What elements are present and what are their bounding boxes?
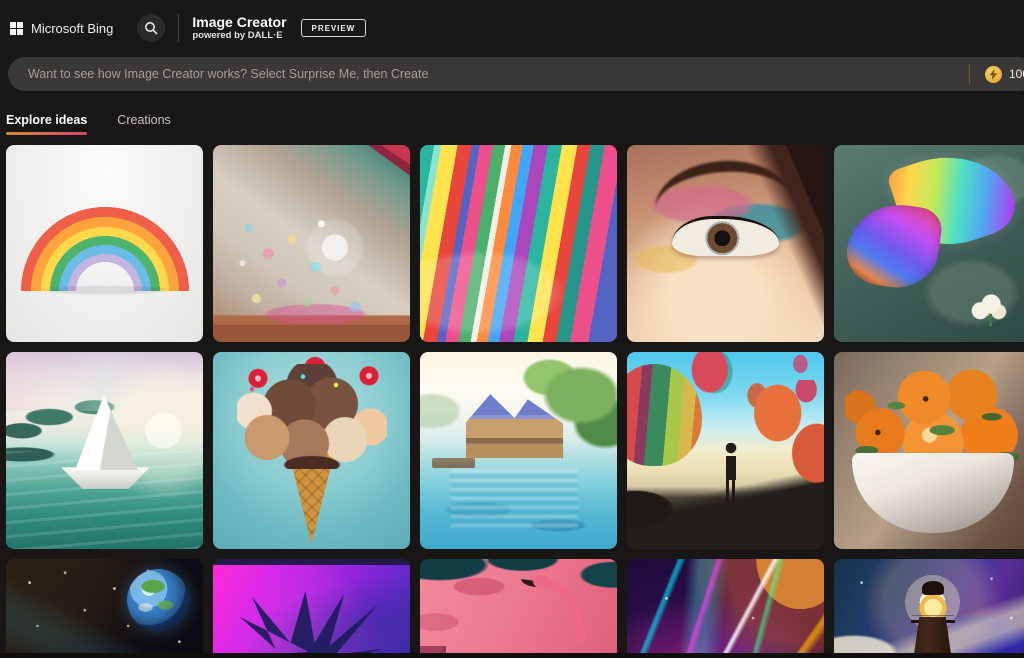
tab-bar: Explore ideas Creations bbox=[6, 113, 1024, 135]
flamingo-art-artwork bbox=[533, 574, 586, 643]
microsoft-logo-icon[interactable] bbox=[10, 21, 23, 35]
search-button[interactable] bbox=[137, 14, 166, 42]
window-bottom-edge bbox=[0, 653, 1024, 658]
paper-boat-artwork bbox=[6, 450, 203, 549]
header-divider bbox=[178, 14, 180, 42]
hot-air-balloons-artwork bbox=[751, 379, 824, 498]
logo-square bbox=[17, 21, 23, 28]
oranges-bowl-artwork bbox=[840, 372, 1024, 484]
search-icon bbox=[145, 22, 158, 35]
logo-square bbox=[10, 21, 16, 28]
prompt-bar: 100 bbox=[8, 57, 1024, 91]
gallery-image-eye-makeup[interactable] bbox=[627, 145, 824, 342]
gallery-image-flamingo-art[interactable] bbox=[420, 559, 617, 658]
app-subtitle: powered by DALL·E bbox=[192, 29, 283, 41]
gallery-image-paper-boat[interactable] bbox=[6, 352, 203, 549]
gallery-image-lighthouse-night[interactable] bbox=[834, 559, 1024, 658]
tab-creations[interactable]: Creations bbox=[117, 113, 171, 135]
brand-label[interactable]: Microsoft Bing bbox=[31, 21, 113, 36]
app-title-block: Image Creator powered by DALL·E bbox=[192, 14, 286, 41]
gallery-image-rainbow-butterfly[interactable] bbox=[834, 145, 1024, 342]
boosts-badge[interactable]: 100 bbox=[969, 64, 1024, 84]
gallery-image-hot-air-balloons[interactable] bbox=[627, 352, 824, 549]
ice-cream-cone-artwork bbox=[236, 354, 387, 396]
prompt-input[interactable] bbox=[8, 57, 1024, 91]
gallery-image-astronaut-space[interactable] bbox=[6, 559, 203, 658]
rainbow-butterfly-artwork bbox=[967, 292, 1012, 327]
preview-badge: PREVIEW bbox=[300, 19, 367, 37]
gallery-image-vaporwave-palm[interactable] bbox=[213, 559, 410, 658]
gallery-image-glitter-pencil[interactable] bbox=[213, 145, 410, 342]
gallery-image-oranges-bowl[interactable] bbox=[834, 352, 1024, 549]
app-title: Image Creator bbox=[192, 14, 287, 31]
gallery-image-rainbow-ribbons[interactable] bbox=[420, 145, 617, 342]
boost-count: 100 bbox=[1009, 67, 1024, 81]
logo-square bbox=[10, 28, 16, 35]
image-grid bbox=[6, 145, 1024, 658]
gallery-image-watercolor-house[interactable] bbox=[420, 352, 617, 549]
top-header: Microsoft Bing Image Creator powered by … bbox=[0, 0, 1024, 56]
tab-explore-ideas[interactable]: Explore ideas bbox=[6, 113, 88, 135]
gallery-image-ice-cream-cone[interactable] bbox=[213, 352, 410, 549]
lighthouse-night-artwork bbox=[910, 585, 955, 623]
watercolor-house-artwork bbox=[431, 458, 476, 469]
gallery-image-paper-rainbow[interactable] bbox=[6, 145, 203, 342]
gallery-image-neon-lasers[interactable] bbox=[627, 559, 824, 658]
lightning-coin-icon bbox=[985, 65, 1002, 83]
logo-square bbox=[17, 28, 23, 35]
